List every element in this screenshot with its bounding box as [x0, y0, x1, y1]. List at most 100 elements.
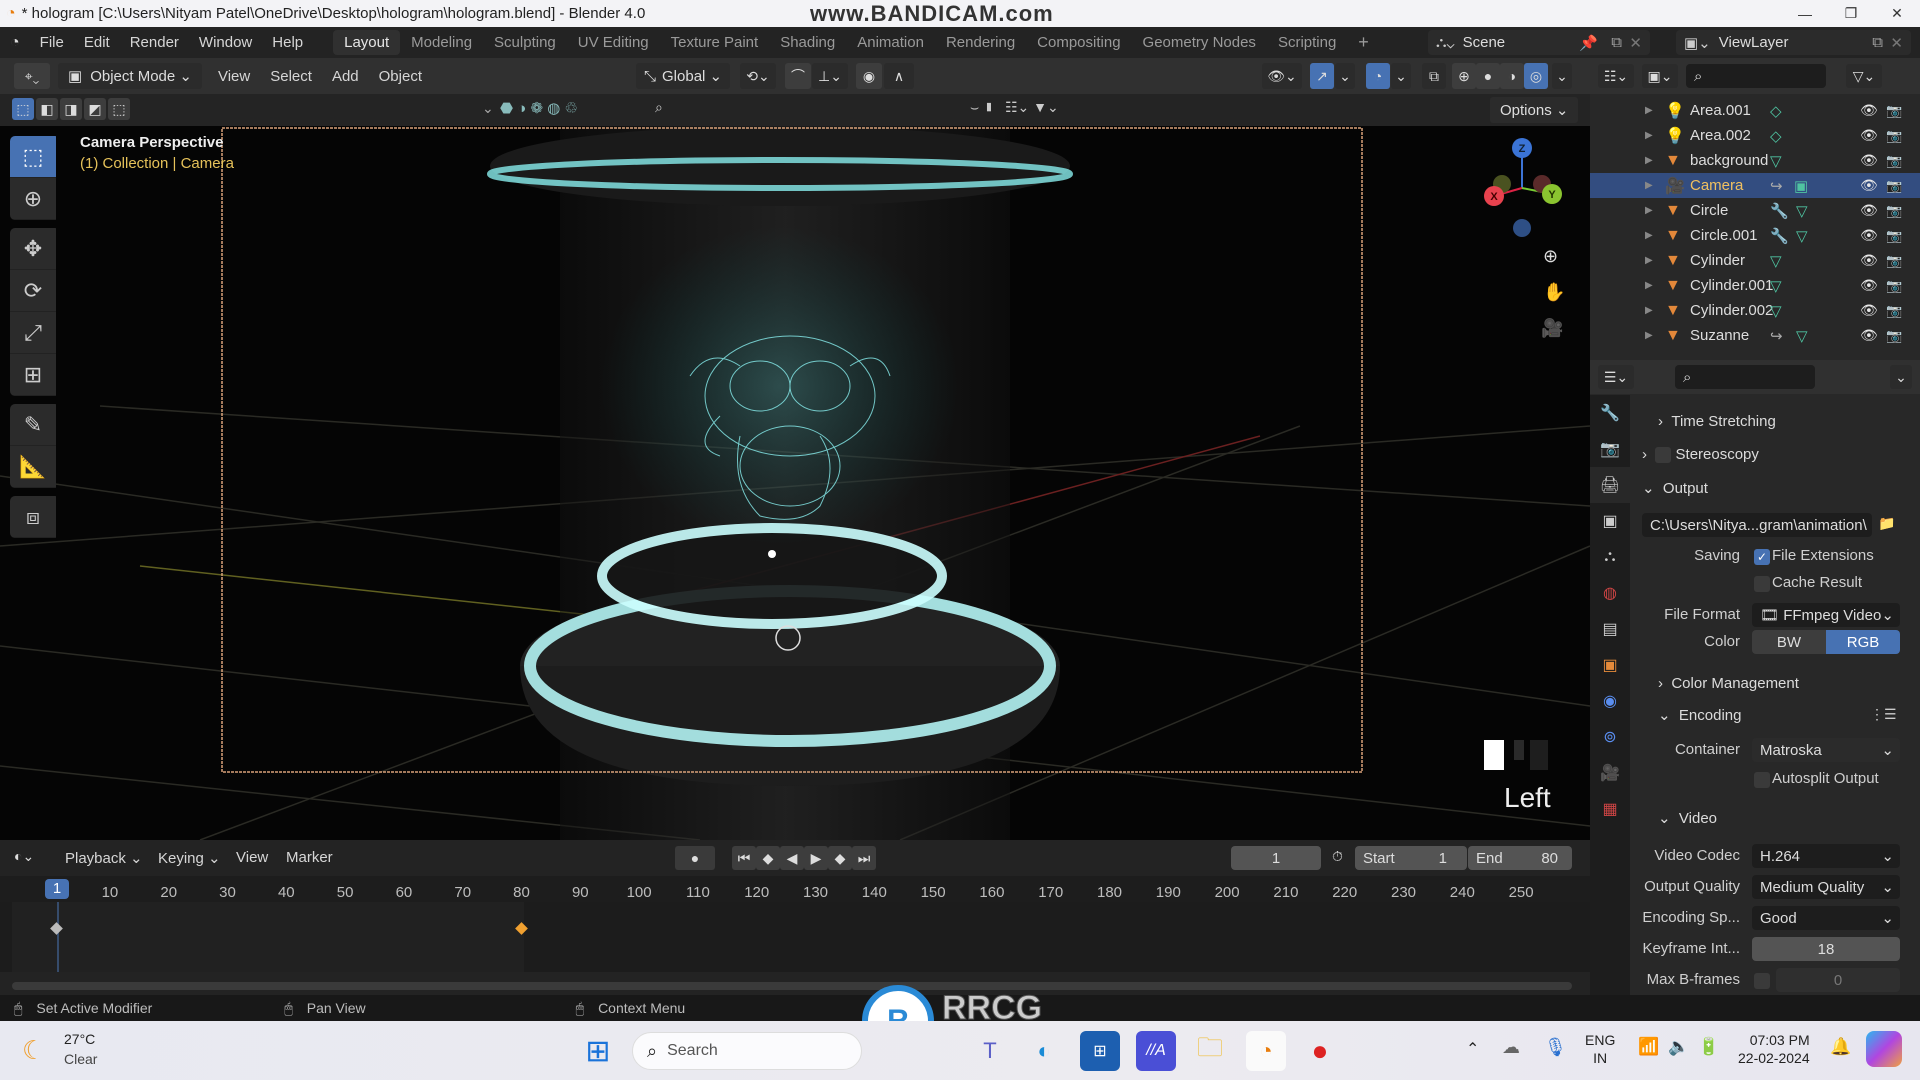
- object-tab-icon[interactable]: ▣: [1590, 647, 1630, 683]
- store-app-icon[interactable]: ⊞: [1080, 1031, 1120, 1071]
- encoding-speed-dropdown[interactable]: Good ⌄: [1752, 906, 1900, 930]
- max-bframes-input[interactable]: 0: [1776, 968, 1900, 992]
- tab-compositing[interactable]: Compositing: [1026, 30, 1131, 55]
- timeline-menu-view[interactable]: View: [226, 849, 278, 866]
- view-layer-selector[interactable]: ▣⌄ ViewLayer ⧉ ✕: [1676, 30, 1911, 55]
- select-mode-subtract-icon[interactable]: ◨: [60, 98, 82, 120]
- folder-icon[interactable]: 📁: [1878, 515, 1895, 532]
- gizmo-dropdown[interactable]: ⌄: [1335, 63, 1355, 89]
- play-reverse-button[interactable]: ◀: [780, 846, 804, 870]
- shading-dropdown[interactable]: ⌄: [1552, 63, 1572, 89]
- video-codec-dropdown[interactable]: H.264 ⌄: [1752, 844, 1900, 868]
- tray-chevron-icon[interactable]: ⌃: [1466, 1039, 1479, 1059]
- visibility-eye-icon[interactable]: 👁: [1860, 327, 1878, 344]
- world-tab-icon[interactable]: ◍: [1590, 575, 1630, 611]
- outliner-item[interactable]: ▶ ▼ Circle.001 🔧 ▽ 👁 📷: [1590, 223, 1920, 248]
- render-camera-icon[interactable]: 📷: [1886, 228, 1902, 244]
- color-management-panel[interactable]: › Color Management: [1658, 675, 1799, 692]
- jump-end-button[interactable]: ⏭: [852, 846, 876, 870]
- gizmo-toggle[interactable]: ↗: [1310, 63, 1334, 89]
- outliner-item[interactable]: ▶ 💡 Area.002 ◇ 👁 📷: [1590, 123, 1920, 148]
- output-path-input[interactable]: C:\Users\Nitya...gram\animation\: [1642, 513, 1872, 537]
- visibility-selector[interactable]: 👁⌄: [1262, 63, 1302, 89]
- current-frame-input[interactable]: 1: [1231, 846, 1321, 870]
- expand-arrow-icon[interactable]: ▶: [1645, 180, 1653, 191]
- display-mode-button[interactable]: ☷⌄: [1598, 64, 1634, 88]
- light-data-icon[interactable]: ◇: [1770, 127, 1782, 145]
- blender-menu-icon[interactable]: ◔: [0, 34, 30, 52]
- frame-end-input[interactable]: End 80: [1468, 846, 1572, 870]
- properties-search-input[interactable]: ⌕: [1675, 365, 1815, 389]
- blender-taskbar-icon[interactable]: ◔: [1246, 1031, 1286, 1071]
- outliner-item-name[interactable]: Cylinder: [1690, 252, 1745, 269]
- editor-type-button[interactable]: ⌖⌄: [14, 63, 50, 89]
- app-ma-icon[interactable]: //A: [1136, 1031, 1176, 1071]
- select-mode-extend-icon[interactable]: ◧: [36, 98, 58, 120]
- mode-selector[interactable]: ▣ Object Mode ⌄: [58, 63, 202, 89]
- collapse-chevron-icon[interactable]: ⌄: [482, 100, 494, 117]
- mesh-data-icon[interactable]: ▽: [1796, 227, 1808, 245]
- tab-shading[interactable]: Shading: [769, 30, 846, 55]
- remove-scene-icon[interactable]: ✕: [1629, 34, 1642, 52]
- notifications-icon[interactable]: 🔔: [1830, 1037, 1851, 1057]
- outliner-item[interactable]: ▶ ▼ Cylinder.002 ▽ 👁 📷: [1590, 298, 1920, 323]
- scene-selector[interactable]: ⛬⌄ Scene 📌 ⧉ ✕: [1428, 30, 1650, 55]
- render-camera-icon[interactable]: 📷: [1886, 178, 1902, 194]
- visibility-eye-icon[interactable]: 👁: [1860, 127, 1878, 144]
- color-bw-button[interactable]: BW: [1752, 630, 1826, 654]
- properties-editor-type[interactable]: ☰⌄: [1598, 365, 1634, 389]
- viewport-menu-select[interactable]: Select: [260, 68, 322, 85]
- mesh-data-icon[interactable]: ▽: [1796, 202, 1808, 220]
- file-explorer-icon[interactable]: 🗀: [1190, 1031, 1230, 1071]
- navigation-gizmo[interactable]: Z X Y: [1480, 138, 1570, 238]
- tab-uv-editing[interactable]: UV Editing: [567, 30, 660, 55]
- microphone-icon[interactable]: 🎙: [1544, 1037, 1567, 1058]
- outliner-item[interactable]: ▶ ▼ background ▽ 👁 📷: [1590, 148, 1920, 173]
- scale-tool[interactable]: ⤢: [10, 312, 56, 354]
- add-workspace-button[interactable]: +: [1347, 28, 1380, 57]
- outliner-item[interactable]: ▶ ▼ Circle 🔧 ▽ 👁 📷: [1590, 198, 1920, 223]
- snap-toggle[interactable]: ⌒: [785, 63, 811, 89]
- add-cube-tool[interactable]: ⧈: [10, 496, 56, 538]
- snap-target-button[interactable]: ⊥⌄: [812, 63, 848, 89]
- outliner-filter-button[interactable]: ▽⌄: [1846, 64, 1882, 88]
- expand-arrow-icon[interactable]: ▶: [1645, 330, 1653, 341]
- close-button[interactable]: ✕: [1874, 0, 1920, 27]
- render-camera-icon[interactable]: 📷: [1886, 253, 1902, 269]
- outliner-item-name[interactable]: Area.001: [1690, 102, 1751, 119]
- move-tool[interactable]: ✥: [10, 228, 56, 270]
- menu-help[interactable]: Help: [262, 34, 313, 51]
- battery-icon[interactable]: 🔋: [1698, 1037, 1719, 1057]
- onedrive-icon[interactable]: ☁: [1502, 1037, 1520, 1058]
- expand-arrow-icon[interactable]: ▶: [1645, 205, 1653, 216]
- tab-layout[interactable]: Layout: [333, 30, 401, 55]
- data-tab-icon[interactable]: 🎥: [1590, 755, 1630, 791]
- outliner-item-name[interactable]: Area.002: [1690, 127, 1751, 144]
- proportional-edit-toggle[interactable]: ◉: [856, 63, 882, 89]
- view-layer-tab-icon[interactable]: ▣: [1590, 503, 1630, 539]
- weather-condition[interactable]: Clear: [64, 1051, 97, 1067]
- tab-animation[interactable]: Animation: [846, 30, 935, 55]
- video-panel[interactable]: ⌄ Video: [1658, 809, 1717, 827]
- output-tab-icon[interactable]: 🖨: [1590, 467, 1630, 503]
- shading-solid-button[interactable]: ●: [1476, 63, 1500, 89]
- visibility-eye-icon[interactable]: 👁: [1860, 177, 1878, 194]
- timeline-menu-playback[interactable]: Playback ⌄: [55, 849, 153, 867]
- jump-start-button[interactable]: ⏮: [732, 846, 756, 870]
- expand-arrow-icon[interactable]: ▶: [1645, 230, 1653, 241]
- minimize-button[interactable]: —: [1782, 0, 1828, 27]
- expand-arrow-icon[interactable]: ▶: [1645, 255, 1653, 266]
- shading-wireframe-button[interactable]: ⊕: [1452, 63, 1476, 89]
- bandicam-taskbar-icon[interactable]: ●: [1300, 1031, 1340, 1071]
- cache-result-checkbox[interactable]: [1754, 576, 1770, 592]
- remove-view-layer-icon[interactable]: ✕: [1890, 34, 1903, 52]
- frame-start-input[interactable]: Start 1: [1355, 846, 1467, 870]
- rotate-tool[interactable]: ⟳: [10, 270, 56, 312]
- filter-icon[interactable]: ☷⌄ ▼⌄: [1005, 99, 1059, 116]
- color-rgb-button[interactable]: RGB: [1826, 630, 1900, 654]
- constraints-tab-icon[interactable]: ⊚: [1590, 719, 1630, 755]
- file-extensions-checkbox[interactable]: ✓: [1754, 549, 1770, 565]
- tab-modeling[interactable]: Modeling: [400, 30, 483, 55]
- outliner-item-name[interactable]: Circle.001: [1690, 227, 1758, 244]
- auto-keying-button[interactable]: ●: [675, 846, 715, 870]
